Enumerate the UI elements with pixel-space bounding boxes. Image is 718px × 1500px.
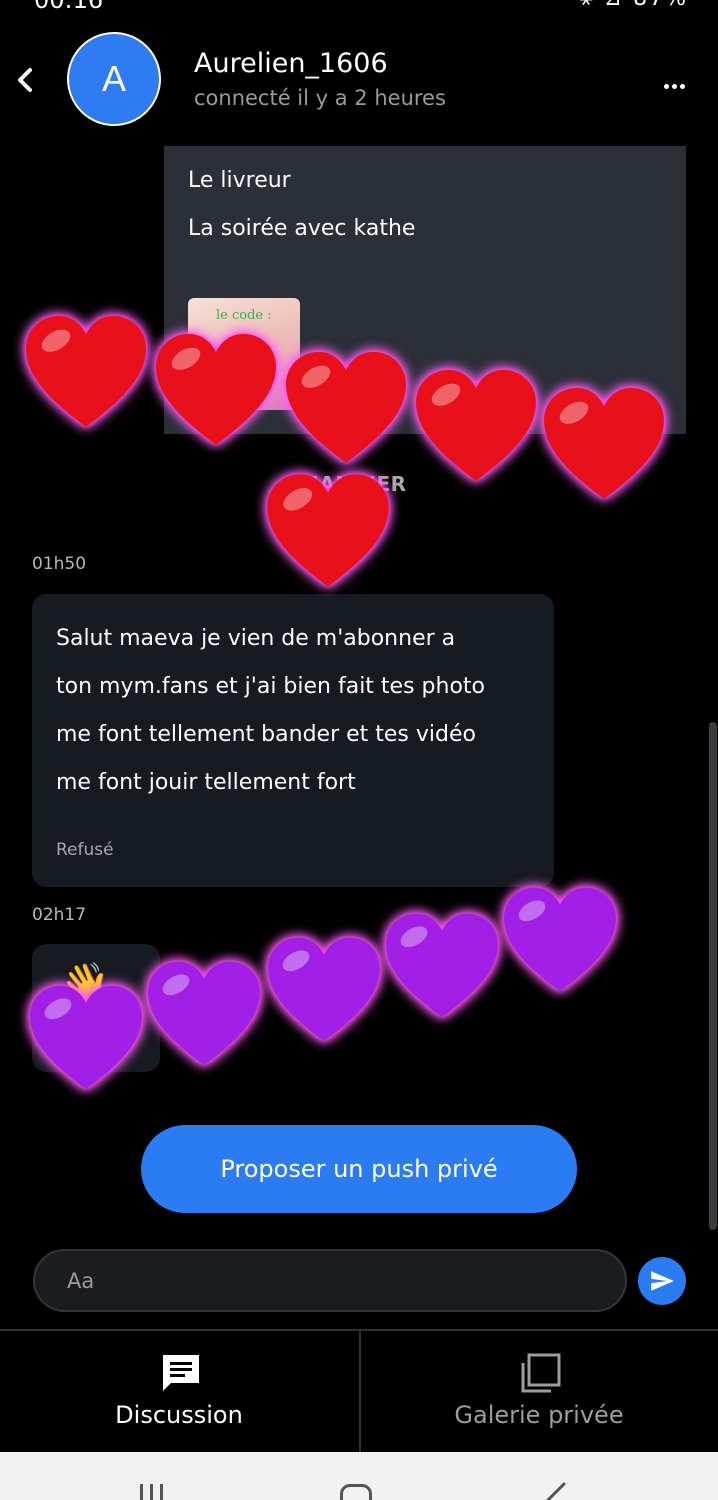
send-icon (651, 1271, 674, 1291)
more-dot (664, 84, 669, 89)
home-button[interactable] (340, 1484, 372, 1500)
heart-sticker (26, 315, 146, 427)
propose-private-push-button[interactable]: Proposer un push privé (141, 1125, 577, 1213)
system-nav-bar (0, 1452, 718, 1500)
message-line: ton mym.fans et j'ai bien fait tes photo (56, 674, 485, 699)
heart-sticker (544, 387, 664, 499)
recents-bar (160, 1484, 163, 1500)
heart-sticker (30, 985, 142, 1090)
contact-status: connecté il y a 2 heures (194, 86, 446, 110)
bottom-tab-bar: Discussion Galerie privée (0, 1329, 718, 1453)
heart-sticker (267, 474, 389, 587)
avatar[interactable]: A (67, 32, 161, 126)
recents-button[interactable] (140, 1484, 170, 1500)
message-line: La soirée avec kathe (188, 216, 416, 241)
tab-discussion[interactable]: Discussion (0, 1331, 358, 1453)
message-line: Salut maeva je vien de m'abonner a (56, 626, 456, 651)
more-dot (672, 84, 677, 89)
tab-label: Galerie privée (454, 1401, 624, 1429)
message-bubble-incoming[interactable]: Salut maeva je vien de m'abonner a ton m… (32, 594, 554, 887)
heart-sticker (386, 913, 498, 1018)
message-time: 01h50 (32, 554, 87, 574)
message-line: Le livreur (188, 168, 291, 193)
status-bar: 00:16 ⚹ ⊿ 87% (0, 0, 718, 14)
heart-sticker (504, 887, 616, 992)
more-dot (680, 84, 685, 89)
recents-bar (140, 1484, 143, 1500)
message-line: me font tellement bander et tes vidéo (56, 722, 476, 747)
heart-sticker (416, 369, 536, 481)
recents-bar (150, 1484, 153, 1500)
message-input[interactable] (35, 1251, 625, 1310)
message-composer (33, 1249, 627, 1312)
gallery-icon (521, 1353, 561, 1393)
status-indicators: ⚹ ⊿ 87% (579, 0, 688, 11)
message-status: Refusé (56, 840, 114, 860)
heart-sticker (156, 333, 276, 445)
nav-back-icon[interactable] (542, 1482, 568, 1500)
send-button[interactable] (638, 1257, 686, 1305)
heart-sticker (268, 937, 380, 1042)
contact-name[interactable]: Aurelien_1606 (194, 48, 388, 79)
heart-sticker (286, 351, 406, 463)
status-time: 00:16 (34, 0, 104, 14)
chat-icon (163, 1355, 199, 1391)
tab-label: Discussion (115, 1401, 243, 1429)
chat-header: A Aurelien_1606 connecté il y a 2 heures (0, 14, 718, 146)
message-time: 02h17 (32, 905, 87, 925)
more-options-button[interactable] (664, 74, 694, 89)
back-button[interactable] (10, 60, 42, 100)
chevron-left-icon (18, 68, 32, 92)
tab-private-gallery[interactable]: Galerie privée (360, 1331, 718, 1453)
app-screen: 00:16 ⚹ ⊿ 87% A Aurelien_1606 connecté i… (0, 0, 718, 1500)
chat-scrollbar[interactable] (709, 722, 717, 1230)
heart-sticker (148, 961, 260, 1066)
thumbnail-caption: le code : (216, 308, 272, 323)
message-line: me font jouir tellement fort (56, 770, 356, 795)
